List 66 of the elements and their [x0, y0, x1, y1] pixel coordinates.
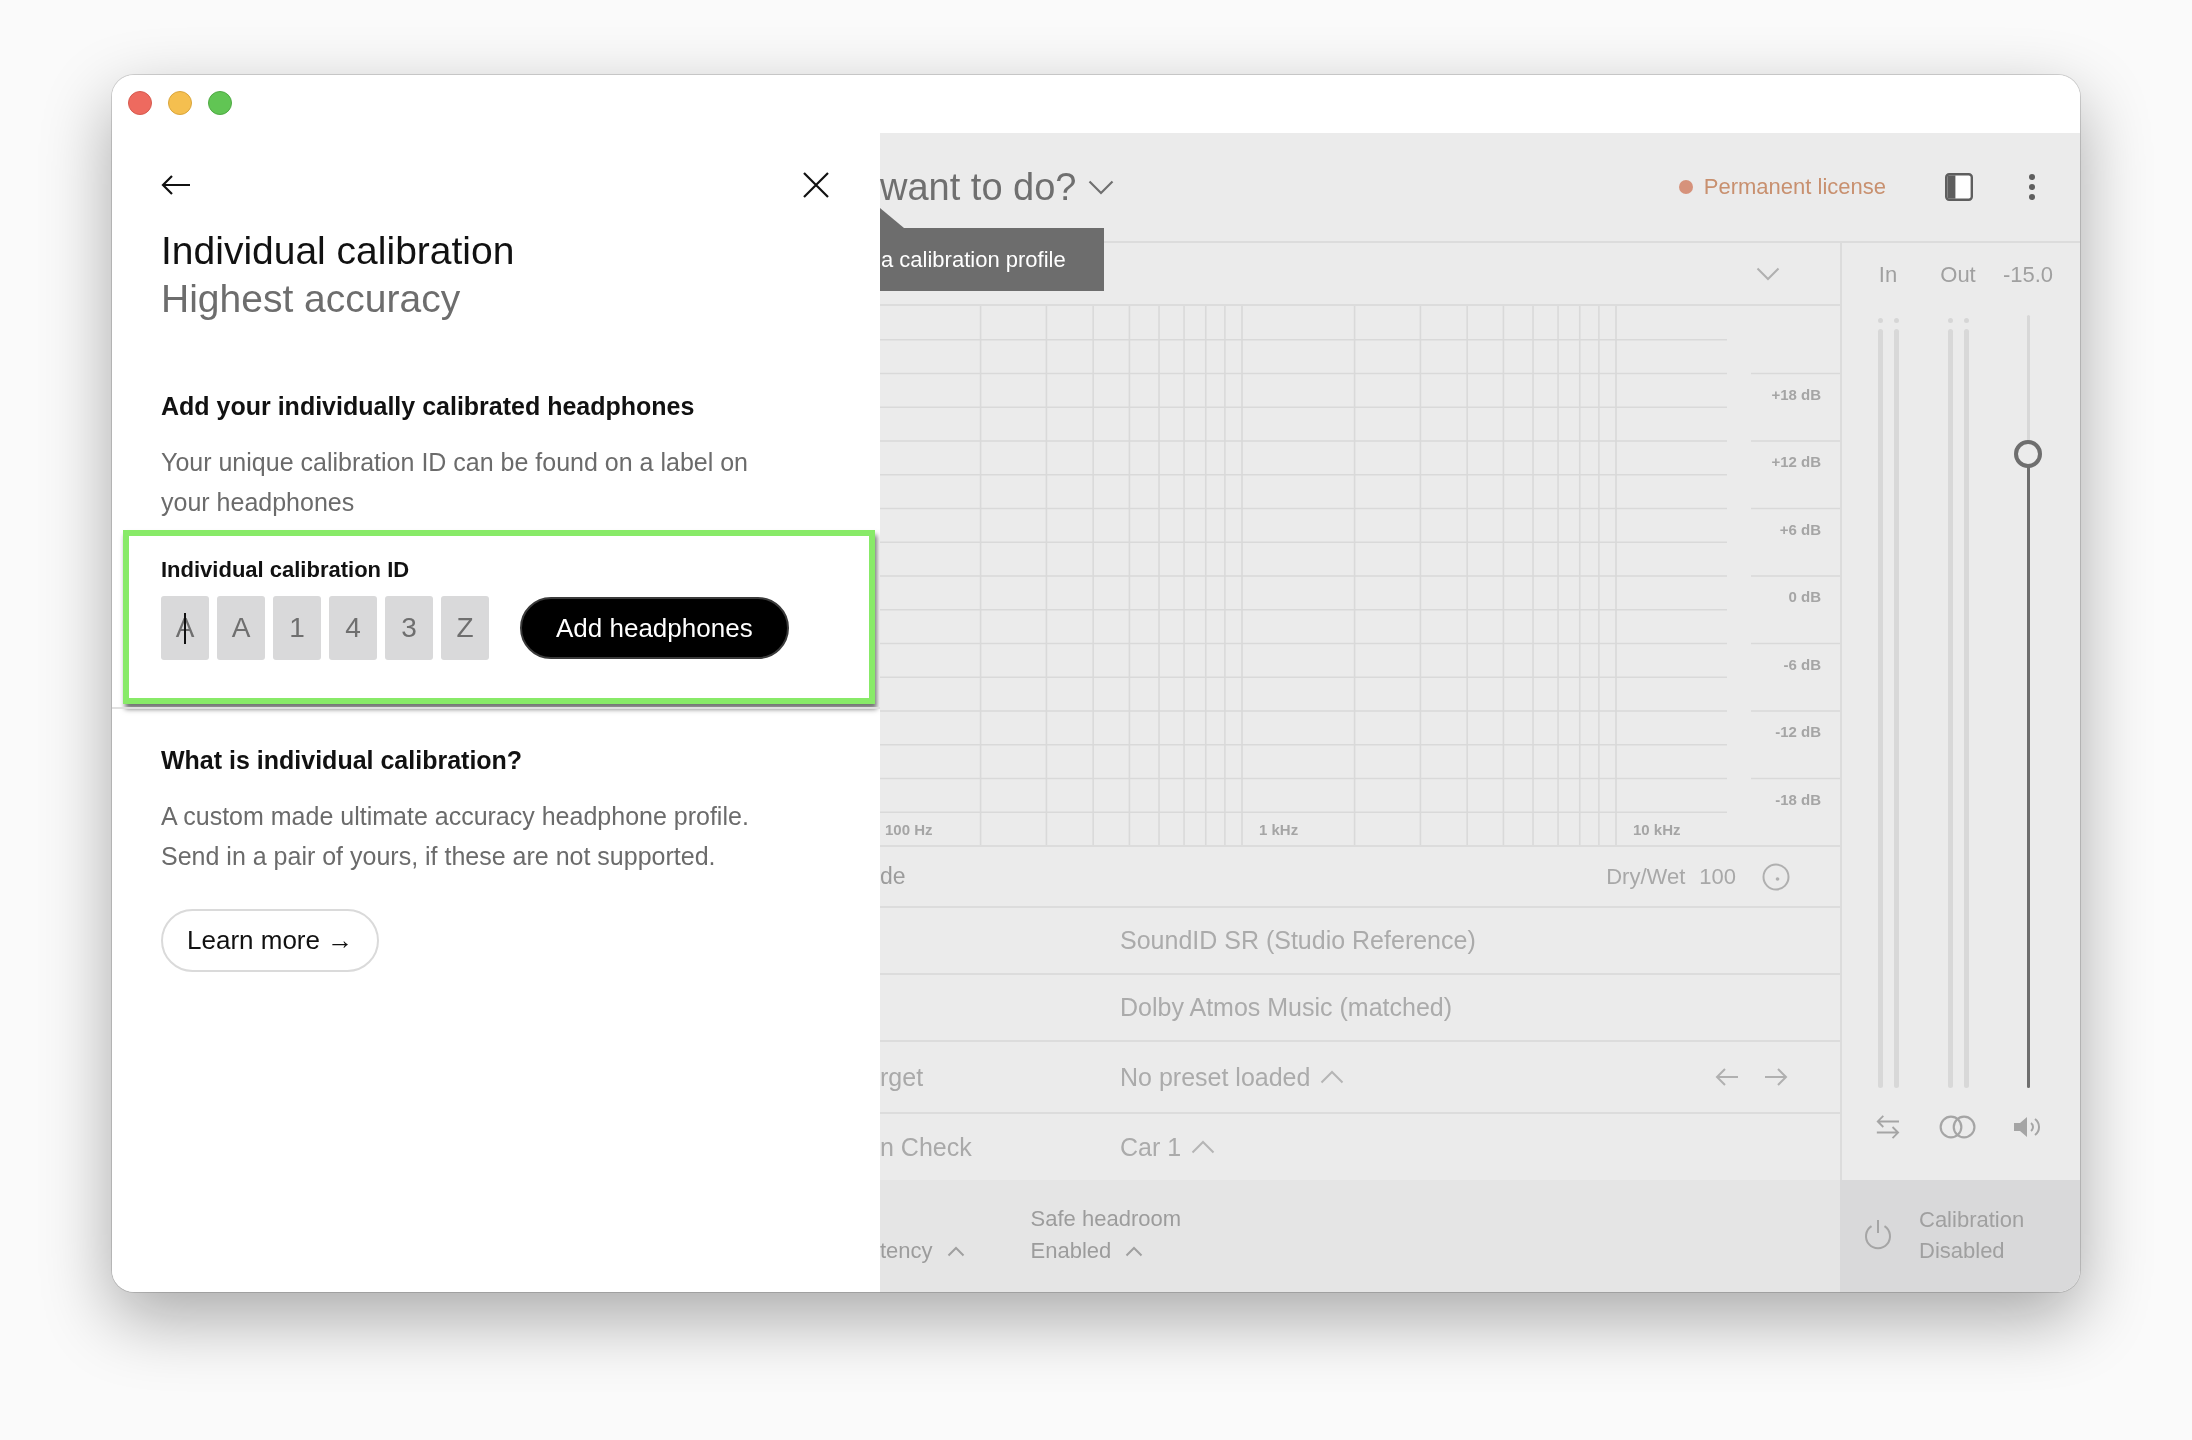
- close-window-icon[interactable]: [128, 91, 152, 115]
- title-dropdown[interactable]: want to do?: [880, 165, 1115, 209]
- tooltip: a calibration profile: [880, 228, 1104, 291]
- knob-icon[interactable]: [1762, 862, 1790, 891]
- field-label: Individual calibration ID: [161, 556, 410, 584]
- panel-layout-icon[interactable]: [1945, 173, 1973, 201]
- linked-circles-icon[interactable]: [1939, 1115, 1977, 1139]
- axis-label: 0 dB: [1788, 588, 1821, 605]
- section-description: A custom made ultimate accuracy headphone profile. Send in a pair of yours, if these are not supported.: [161, 801, 750, 872]
- setting-dropdown[interactable]: Safe headroom Enabled: [1030, 1203, 1182, 1267]
- tooltip-pointer: [880, 208, 904, 228]
- speaker-icon[interactable]: [2013, 1115, 2043, 1139]
- id-character-field[interactable]: A: [217, 596, 265, 660]
- dry-wet-label: Dry/Wet: [1606, 863, 1686, 890]
- profile-name: Dolby Atmos Music (matched): [1120, 993, 1453, 1022]
- meter-label: In: [1877, 261, 1899, 289]
- caret-up-icon: [1125, 1245, 1144, 1257]
- slider-thumb[interactable]: [2014, 440, 2042, 469]
- learn-more-button[interactable]: Learn more →: [161, 909, 380, 972]
- section-heading: What is individual calibration?: [161, 745, 523, 776]
- dialog-subtitle: Highest accuracy: [161, 276, 461, 322]
- back-arrow-icon[interactable]: [161, 174, 191, 196]
- row-label: n Check: [880, 1132, 972, 1161]
- preset-dropdown[interactable]: Car 1: [1120, 1132, 1216, 1162]
- caret-up-icon: [1191, 1140, 1216, 1154]
- axis-label: 10 kHz: [1633, 821, 1681, 838]
- axis-label: +18 dB: [1771, 385, 1821, 403]
- license-button[interactable]: Permanent license: [1678, 174, 1886, 200]
- more-icon[interactable]: [2028, 173, 2036, 201]
- section-heading: Add your individually calibrated headphones: [161, 391, 695, 422]
- volume-reading: -15.0: [2001, 261, 2055, 289]
- axis-label: -18 dB: [1775, 790, 1821, 808]
- arrow-right-icon[interactable]: [1764, 1067, 1788, 1087]
- close-icon[interactable]: [803, 172, 829, 198]
- volume-slider[interactable]: [2014, 315, 2042, 1088]
- dialog-title: Individual calibration: [161, 228, 515, 274]
- axis-label: +12 dB: [1771, 453, 1821, 470]
- power-icon: [1863, 1218, 1893, 1250]
- caret-up-icon: [946, 1245, 965, 1257]
- axis-label: +6 dB: [1779, 520, 1821, 538]
- id-character-field[interactable]: 3: [385, 596, 433, 660]
- preset-dropdown[interactable]: No preset loaded: [1120, 1062, 1345, 1092]
- dry-wet-value: 100: [1699, 863, 1736, 890]
- arrow-left-icon[interactable]: [1715, 1067, 1739, 1087]
- id-character-field[interactable]: 1: [273, 596, 321, 660]
- caret-up-icon: [1320, 1070, 1345, 1084]
- chevron-down-icon: [1088, 179, 1115, 195]
- axis-label: -12 dB: [1775, 723, 1821, 740]
- section-description: Your unique calibration ID can be found on a label on your headphones: [161, 447, 749, 518]
- meter-label: Out: [1939, 261, 1977, 289]
- profile-name: SoundID SR (Studio Reference): [1120, 926, 1476, 955]
- row-label: de: [880, 863, 906, 890]
- axis-label: 100 Hz: [885, 821, 933, 838]
- axis-label: 1 kHz: [1259, 821, 1299, 838]
- status-dot-icon: [1678, 180, 1693, 194]
- row-label: rget: [880, 1062, 924, 1091]
- chevron-down-icon[interactable]: [1756, 266, 1780, 281]
- axis-label: -6 dB: [1783, 655, 1821, 673]
- calibration-toggle[interactable]: Calibration Disabled: [1840, 1180, 2080, 1292]
- setting-dropdown[interactable]: tency: [880, 1203, 965, 1267]
- id-character-field[interactable]: Z: [441, 596, 489, 660]
- id-character-field[interactable]: 4: [329, 596, 377, 660]
- swap-arrows-icon[interactable]: [1875, 1115, 1901, 1139]
- minimize-window-icon[interactable]: [168, 91, 192, 115]
- zoom-window-icon[interactable]: [208, 91, 232, 115]
- add-headphones-button[interactable]: Add headphones: [520, 597, 789, 659]
